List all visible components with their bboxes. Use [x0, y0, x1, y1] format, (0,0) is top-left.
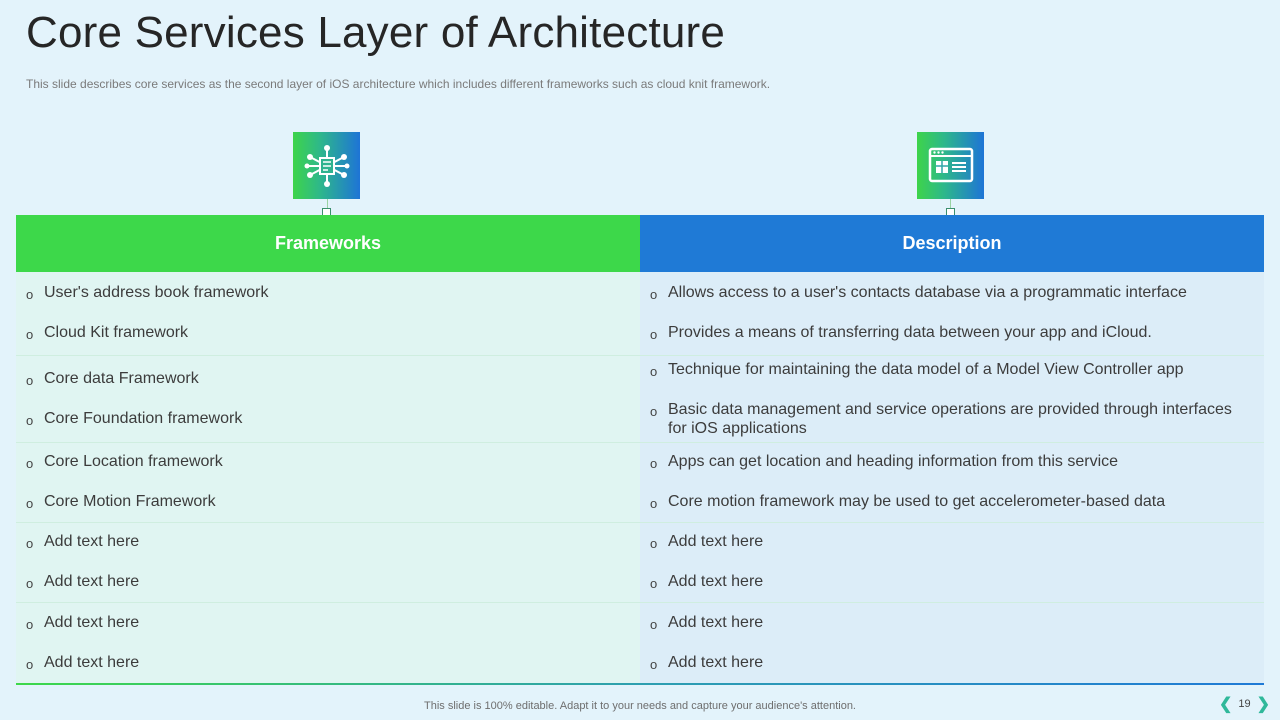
bullet-icon: o	[650, 327, 658, 342]
frameworks-cell: o Add text here o Add text here	[16, 603, 640, 683]
frameworks-cell: o User's address book framework o Cloud Ki…	[16, 272, 640, 355]
chevron-left-icon[interactable]: ❮	[1219, 694, 1232, 714]
header-frameworks: Frameworks	[16, 215, 640, 272]
list-item: o Add text here	[26, 533, 140, 551]
table-row: o Add text here o Add text here o Add text …	[16, 603, 1264, 683]
table-row: o Add text here o Add text here o Add text …	[16, 523, 1264, 603]
page-number: 19	[1238, 698, 1251, 710]
description-cell: o Apps can get location and heading infor…	[640, 443, 1264, 522]
chevron-right-icon[interactable]: ❯	[1257, 694, 1270, 714]
bullet-icon: o	[650, 456, 658, 471]
list-item: o Add text here	[26, 573, 140, 591]
list-item: o Provides a means of transferring data b…	[650, 324, 1152, 342]
list-item: o Basic data management and service opera…	[650, 401, 1232, 437]
table-row: o User's address book framework o Cloud Ki…	[16, 272, 1264, 356]
list-item: o Core Motion Framework	[26, 493, 216, 511]
list-item: o Technique for maintaining the data mode…	[650, 361, 1184, 379]
bullet-icon: o	[26, 327, 34, 342]
slide-subtitle: This slide describes core services as th…	[26, 77, 771, 91]
bullet-icon: o	[26, 372, 34, 388]
bullet-icon: o	[650, 496, 658, 511]
bullet-icon: o	[26, 656, 34, 672]
bullet-icon: o	[650, 656, 658, 672]
list-item: o Core Foundation framework	[26, 409, 243, 428]
description-cell: o Technique for maintaining the data mode…	[640, 356, 1264, 442]
list-item: o Core motion framework may be used to ge…	[650, 493, 1166, 511]
list-item: o Add text here	[650, 533, 764, 551]
page-navigator: ❮ 19 ❯	[1219, 694, 1270, 714]
list-item: o Core data Framework	[26, 369, 199, 388]
frameworks-cell: o Core Location framework o Core Motion Fr…	[16, 443, 640, 522]
bullet-icon: o	[650, 616, 658, 632]
table-header-row: Frameworks Description	[16, 215, 1264, 272]
list-item: o Allows access to a user's contacts data…	[650, 284, 1187, 302]
network-document-icon	[293, 132, 360, 199]
frameworks-cell: o Core data Framework o Core Foundation fr…	[16, 356, 640, 442]
bullet-icon: o	[26, 576, 34, 591]
bullet-icon: o	[26, 412, 34, 428]
bullet-icon: o	[650, 404, 658, 419]
description-cell: o Allows access to a user's contacts data…	[640, 272, 1264, 355]
list-item: o Cloud Kit framework	[26, 324, 189, 342]
frameworks-table: Frameworks Description o User's address b…	[16, 215, 1264, 685]
description-cell: o Add text here o Add text here	[640, 603, 1264, 683]
frameworks-cell: o Add text here o Add text here	[16, 523, 640, 602]
browser-window-icon	[917, 132, 984, 199]
list-item: o Core Location framework	[26, 453, 223, 471]
bullet-icon: o	[26, 496, 34, 511]
list-item: o Add text here	[650, 573, 764, 591]
bullet-icon: o	[26, 456, 34, 471]
list-item: o Add text here	[650, 653, 764, 672]
list-item: o Apps can get location and heading infor…	[650, 453, 1119, 471]
header-description: Description	[640, 215, 1264, 272]
bullet-icon: o	[650, 364, 658, 379]
bullet-icon: o	[26, 616, 34, 632]
table-row: o Core data Framework o Core Foundation fr…	[16, 356, 1264, 443]
footer-note: This slide is 100% editable. Adapt it to…	[424, 700, 856, 712]
list-item: o Add text here	[26, 613, 140, 632]
bullet-icon: o	[650, 576, 658, 591]
bullet-icon: o	[650, 287, 658, 302]
list-item: o Add text here	[650, 613, 764, 632]
bullet-icon: o	[26, 287, 34, 302]
bullet-icon: o	[26, 536, 34, 551]
table-bottom-line	[16, 683, 1264, 685]
description-cell: o Add text here o Add text here	[640, 523, 1264, 602]
slide-title: Core Services Layer of Architecture	[26, 8, 726, 57]
list-item: o User's address book framework	[26, 284, 269, 302]
list-item: o Add text here	[26, 653, 140, 672]
bullet-icon: o	[650, 536, 658, 551]
table-row: o Core Location framework o Core Motion Fr…	[16, 443, 1264, 523]
